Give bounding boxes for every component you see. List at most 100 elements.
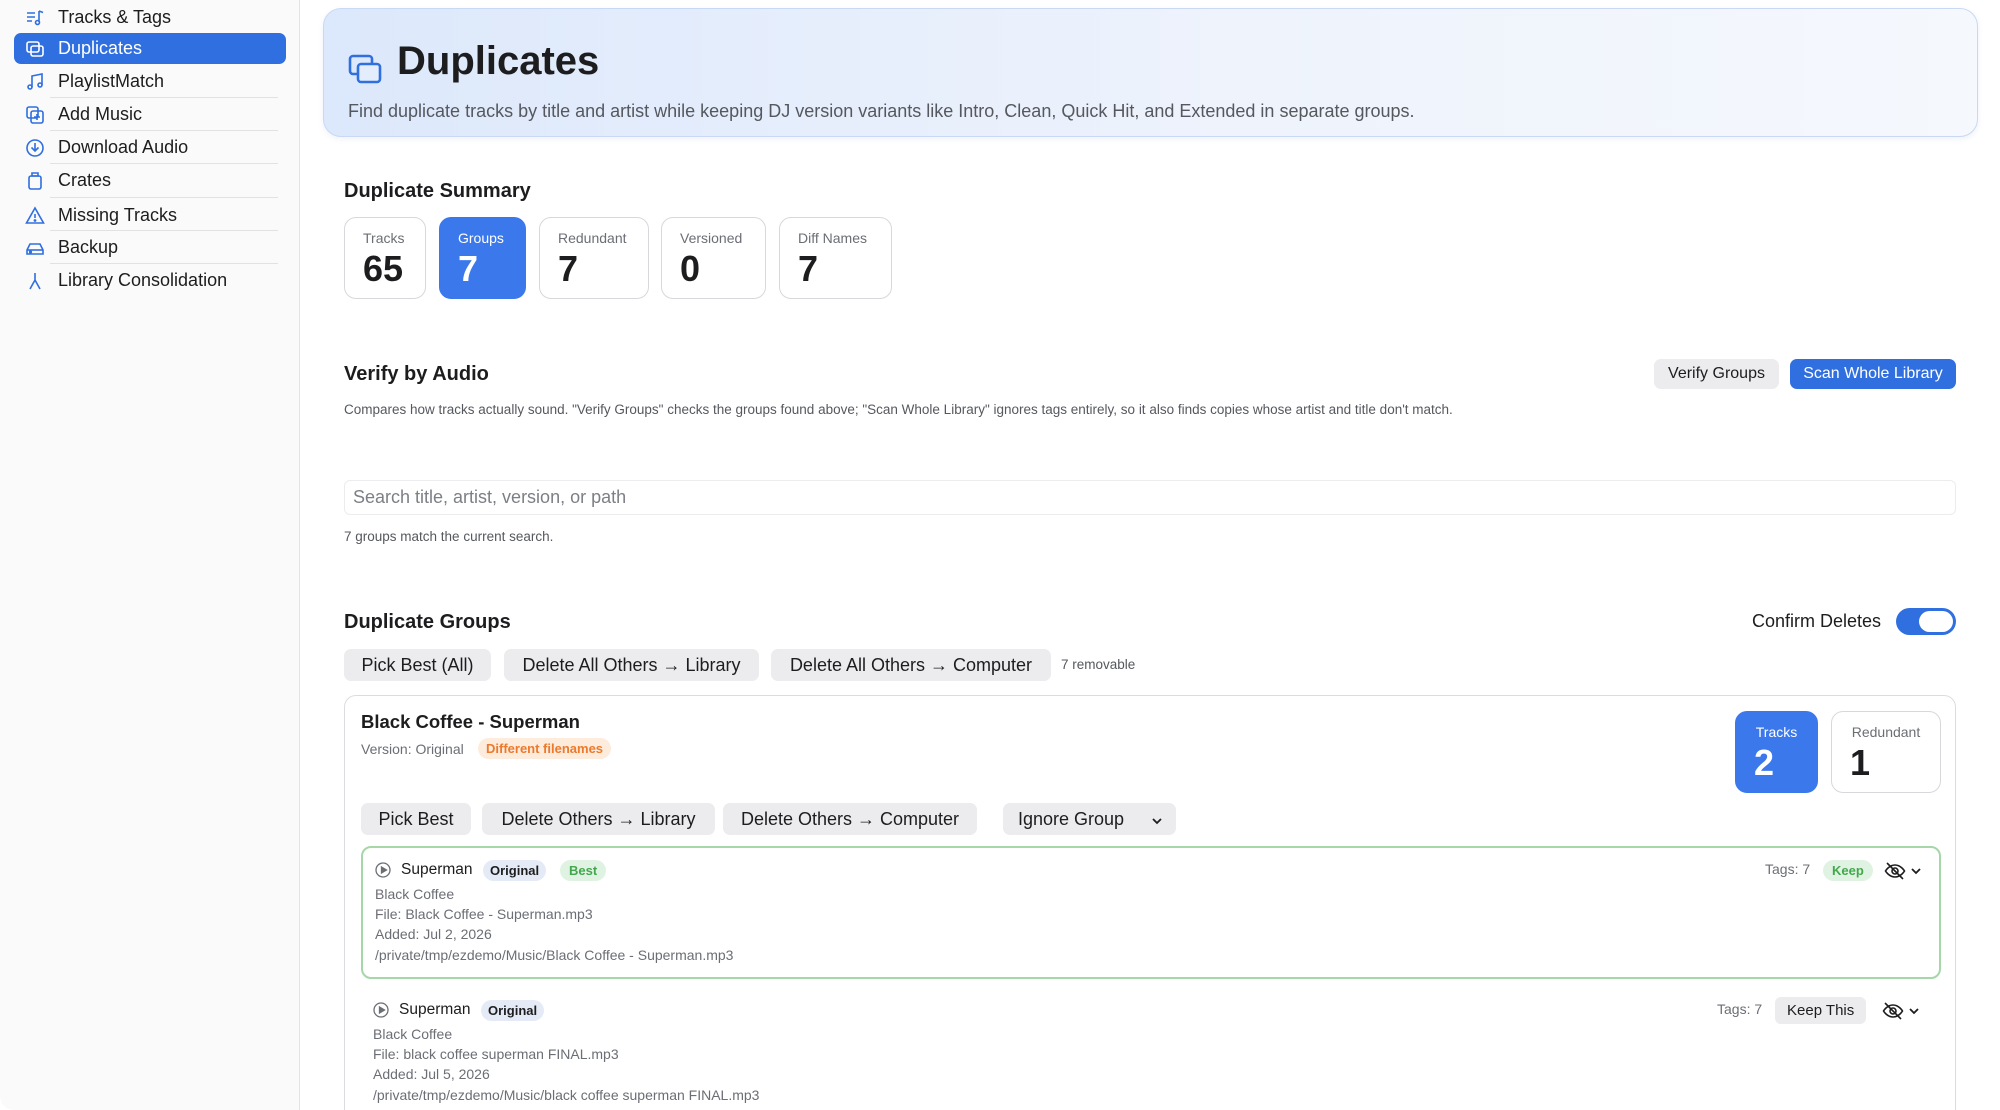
stat-label: Groups: [458, 230, 504, 246]
stat-label: Redundant: [1851, 724, 1921, 740]
stat-label: Redundant: [558, 230, 627, 246]
verify-groups-button[interactable]: Verify Groups: [1654, 359, 1779, 389]
track-file: File: Black Coffee - Superman.mp3: [375, 906, 593, 922]
group-title: Black Coffee - Superman: [361, 711, 580, 732]
sidebar-item-label: Duplicates: [58, 38, 143, 58]
version-badge: Original: [481, 1000, 545, 1021]
track-path: /private/tmp/ezdemo/Music/Black Coffee -…: [375, 947, 734, 963]
merge-icon: [22, 270, 48, 292]
track-row[interactable]: Superman Original Black Coffee File: bla…: [361, 988, 1941, 1110]
stat-label: Tracks: [363, 230, 405, 246]
stat-versioned[interactable]: Versioned 0: [661, 217, 766, 299]
sidebar-item-missing-tracks[interactable]: Missing Tracks: [14, 200, 286, 231]
pick-best-button[interactable]: Pick Best: [361, 803, 471, 835]
group-stat-redundant: Redundant 1: [1831, 711, 1941, 793]
sidebar-item-label: Crates: [58, 170, 112, 190]
sidebar-item-label: Add Music: [58, 104, 143, 124]
sidebar-divider: [50, 230, 278, 231]
version-badge: Original: [483, 860, 547, 881]
track-added: Added: Jul 2, 2026: [375, 926, 492, 942]
stat-label: Versioned: [680, 230, 743, 246]
sidebar-item-label: Library Consolidation: [58, 270, 228, 290]
track-artist: Black Coffee: [375, 886, 455, 902]
duplicate-icon: [348, 53, 384, 85]
sidebar-divider: [50, 263, 278, 264]
sidebar-item-add-music[interactable]: Add Music: [14, 99, 286, 130]
different-filenames-badge: Different filenames: [478, 738, 612, 759]
sidebar-item-crates[interactable]: Crates: [14, 165, 286, 196]
track-row[interactable]: Superman Original Best Black Coffee File…: [361, 846, 1941, 979]
scan-whole-library-button[interactable]: Scan Whole Library: [1790, 359, 1956, 389]
delete-all-others-computer-button[interactable]: Delete All Others → Computer: [771, 649, 1051, 681]
download-circle-icon: [22, 137, 48, 159]
music-notes-icon: [22, 71, 48, 93]
track-tags-count: Tags: 7: [1717, 1001, 1763, 1017]
stat-value: 7: [458, 248, 479, 289]
sidebar-divider: [50, 197, 278, 198]
sidebar-item-backup[interactable]: Backup: [14, 232, 286, 263]
hide-options-menu[interactable]: [1884, 860, 1928, 882]
music-list-icon: [22, 7, 48, 29]
sidebar-divider: [50, 130, 278, 131]
eye-slash-icon: [1882, 1002, 1904, 1020]
sidebar-item-library-consolidation[interactable]: Library Consolidation: [14, 265, 286, 296]
verify-title: Verify by Audio: [344, 363, 489, 385]
keep-badge: Keep: [1823, 860, 1873, 881]
page-title: Duplicates: [397, 39, 600, 83]
stat-label: Diff Names: [798, 230, 867, 246]
delete-others-computer-button[interactable]: Delete Others → Computer: [723, 803, 977, 835]
eye-slash-icon: [1884, 862, 1906, 880]
stat-value: 0: [680, 248, 701, 289]
sidebar-item-label: Tracks & Tags: [58, 7, 172, 27]
confirm-deletes-toggle[interactable]: [1896, 608, 1956, 635]
groups-title: Duplicate Groups: [344, 611, 511, 633]
removable-count: 7 removable: [1061, 657, 1136, 672]
stat-value: 7: [558, 248, 579, 289]
sidebar-item-duplicates[interactable]: Duplicates: [14, 33, 286, 64]
sidebar-item-download-audio[interactable]: Download Audio: [14, 132, 286, 163]
add-square-icon: [22, 104, 48, 126]
track-tags-count: Tags: 7: [1765, 861, 1811, 877]
keep-this-button[interactable]: Keep This: [1775, 997, 1867, 1024]
sidebar-item-tracks-tags[interactable]: Tracks & Tags: [14, 2, 286, 33]
ignore-group-menu[interactable]: Ignore Group: [1003, 803, 1176, 835]
group-stat-tracks: Tracks 2: [1735, 711, 1818, 793]
warning-icon: [22, 205, 48, 227]
chevron-down-icon: [1150, 812, 1164, 826]
stat-tracks[interactable]: Tracks 65: [344, 217, 426, 299]
header-banner: Duplicates Find duplicate tracks by titl…: [323, 8, 1978, 137]
drive-icon: [22, 237, 48, 259]
stat-diff-names[interactable]: Diff Names 7: [779, 217, 892, 299]
sidebar-item-playlistmatch[interactable]: PlaylistMatch: [14, 66, 286, 97]
stat-label: Tracks: [1755, 724, 1798, 740]
search-input[interactable]: [344, 480, 1956, 515]
track-title: Superman: [399, 1001, 471, 1018]
play-icon[interactable]: [375, 862, 391, 878]
sidebar-item-label: Download Audio: [58, 137, 189, 157]
delete-all-others-library-button[interactable]: Delete All Others → Library: [504, 649, 759, 681]
app-window: Tracks & Tags Duplicates PlaylistMatch A…: [0, 0, 2000, 1110]
chevron-down-icon: [1909, 1008, 1919, 1015]
sidebar-divider: [50, 163, 278, 164]
sidebar-item-label: Missing Tracks: [58, 205, 178, 225]
duplicate-group-card: Black Coffee - Superman Version: Origina…: [344, 695, 1956, 1110]
verify-description: Compares how tracks actually sound. "Ver…: [344, 402, 1453, 417]
sidebar-item-label: PlaylistMatch: [58, 71, 165, 91]
summary-title: Duplicate Summary: [344, 180, 531, 202]
duplicate-icon: [22, 38, 48, 60]
track-file: File: black coffee superman FINAL.mp3: [373, 1046, 619, 1062]
stat-value: 1: [1850, 742, 1871, 783]
delete-others-library-button[interactable]: Delete Others → Library: [482, 803, 715, 835]
hide-options-menu[interactable]: [1882, 1000, 1926, 1022]
stat-redundant[interactable]: Redundant 7: [539, 217, 649, 299]
group-version: Version: Original: [361, 741, 464, 757]
ignore-group-label: Ignore Group: [1018, 808, 1125, 829]
pick-best-all-button[interactable]: Pick Best (All): [344, 649, 491, 681]
track-added: Added: Jul 5, 2026: [373, 1066, 490, 1082]
play-icon[interactable]: [373, 1002, 389, 1018]
stat-value: 65: [363, 248, 404, 289]
stat-groups[interactable]: Groups 7: [439, 217, 526, 299]
sidebar-item-label: Backup: [58, 237, 119, 257]
sidebar: Tracks & Tags Duplicates PlaylistMatch A…: [0, 0, 300, 1110]
chevron-down-icon: [1911, 868, 1921, 875]
